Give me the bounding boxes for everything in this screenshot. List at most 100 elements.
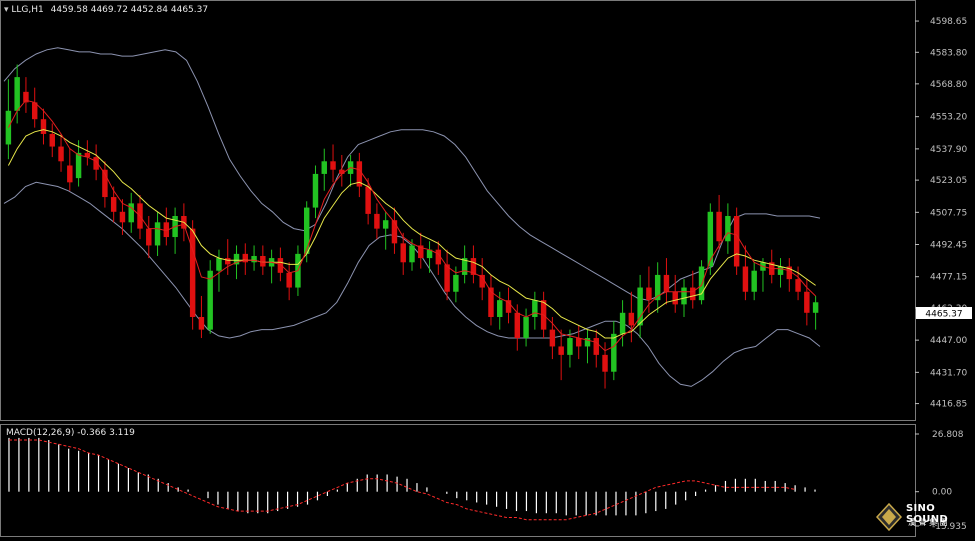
candle [751, 262, 757, 301]
ma-slow-line [7, 129, 816, 339]
candle [523, 308, 529, 347]
candle-body [110, 197, 117, 212]
candle [374, 203, 380, 240]
candle-body [619, 312, 626, 334]
candle [216, 249, 222, 292]
candle [225, 239, 231, 275]
candle [505, 287, 512, 324]
candle [391, 207, 398, 254]
candle-body [812, 302, 819, 313]
candle-body [514, 312, 521, 339]
candle [470, 245, 477, 284]
candle [619, 300, 626, 347]
candle-body [382, 220, 389, 229]
macd-tick-label: 0.00 [932, 488, 952, 498]
candle [742, 245, 749, 301]
price-tick-label: 4507.75 [930, 208, 967, 218]
candle-body [58, 146, 64, 162]
candle-body [251, 255, 257, 263]
candle-body [225, 258, 231, 265]
candle [426, 241, 433, 273]
ohlc-values: 4459.58 4469.72 4452.84 4465.37 [50, 5, 209, 15]
candle-body [681, 287, 687, 305]
price-tick-label: 4477.15 [930, 273, 967, 283]
ma-fast-line [7, 99, 816, 352]
candle-body [286, 272, 292, 288]
candle-body [742, 266, 749, 292]
candle-body [374, 213, 380, 229]
candle-body [567, 338, 573, 355]
candle-body [400, 243, 406, 263]
candle-body [751, 270, 757, 292]
chart-svg: 4598.65 4583.80 4568.80 4553.20 4537.90 4523.… [0, 0, 972, 537]
candle-body [321, 161, 327, 174]
macd-histogram [8, 437, 816, 516]
macd-signal-layer [9, 439, 796, 521]
candle [812, 295, 819, 330]
candle-body [260, 255, 266, 267]
candle-body [365, 186, 371, 214]
candle-body [698, 266, 705, 301]
price-tick-label: 4598.65 [930, 17, 967, 27]
candle-body [497, 300, 503, 317]
candle [128, 192, 134, 233]
candle [146, 216, 152, 259]
candle [242, 243, 249, 275]
candle [725, 203, 731, 254]
candle-body [611, 333, 617, 372]
candle [461, 245, 468, 284]
price-tick-label: 4568.80 [930, 80, 967, 90]
candle-body [690, 287, 696, 301]
candle-body [146, 228, 152, 246]
candle [628, 291, 635, 343]
candle-body [725, 216, 731, 242]
candle [532, 291, 538, 330]
candle [400, 232, 406, 275]
price-axis: 4598.65 4583.80 4568.80 4553.20 4537.90 4523.… [915, 17, 967, 410]
candle [251, 245, 257, 271]
bollinger-bands [3, 47, 821, 387]
candle-body [453, 274, 459, 292]
brand-chinese: 漢 聲 集 團 [908, 518, 948, 527]
candle-body [707, 211, 714, 267]
price-tick-label: 4523.05 [930, 176, 967, 186]
diamond-logo-icon [876, 503, 902, 531]
candle [654, 262, 661, 313]
candle-body [119, 211, 126, 223]
candle-body [303, 207, 310, 254]
candle-body [189, 228, 196, 317]
lower-band-line [3, 181, 821, 387]
macd-signal-line [9, 439, 796, 521]
price-header-arrow: ▾ [4, 5, 9, 15]
candle [31, 87, 38, 128]
candle [786, 258, 793, 292]
candle [418, 232, 424, 269]
candle-body [277, 258, 284, 273]
candle [321, 148, 327, 191]
candle-body [602, 354, 608, 372]
candle [584, 329, 591, 364]
candle [268, 249, 275, 284]
candle-body [777, 266, 784, 275]
candle [58, 133, 64, 172]
candle [435, 241, 442, 275]
candle-body [312, 173, 319, 208]
candle-body [804, 291, 810, 313]
macd-tick-label: 26.808 [932, 430, 964, 440]
candle [672, 274, 678, 313]
candle [777, 258, 784, 288]
candle [5, 79, 12, 160]
candle [93, 144, 99, 181]
candle-body [532, 300, 538, 317]
candle-body [5, 110, 12, 145]
candle [663, 258, 670, 305]
candle-body [628, 312, 635, 326]
brand-logo: SINO SOUND 漢 聲 集 團 [876, 501, 975, 535]
candle-body [663, 274, 670, 292]
price-tick-label: 4416.85 [930, 400, 967, 410]
candle-body [716, 211, 722, 242]
candle-body [391, 220, 398, 244]
candle [312, 165, 319, 219]
candle-body [523, 317, 529, 339]
symbol-timeframe: LLG,H1 [11, 5, 44, 15]
